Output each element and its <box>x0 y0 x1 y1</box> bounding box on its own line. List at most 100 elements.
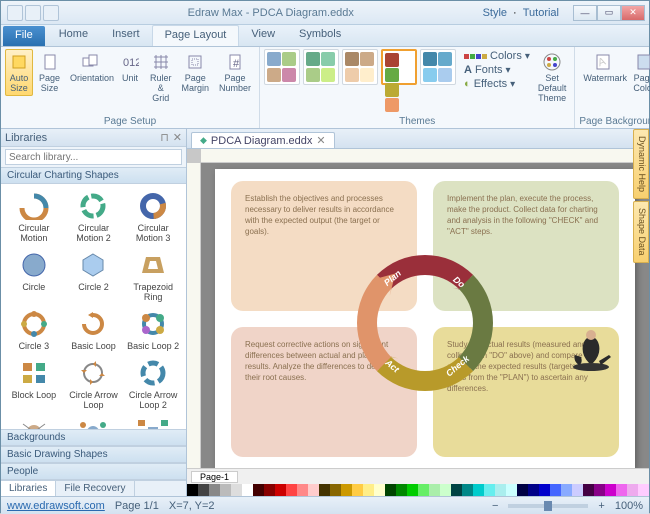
theme-4[interactable] <box>381 49 417 85</box>
set-default-theme[interactable]: Set Default Theme <box>534 49 571 106</box>
color-swatch[interactable] <box>572 484 583 496</box>
page-tab-1[interactable]: Page-1 <box>191 471 238 483</box>
color-swatch[interactable] <box>594 484 605 496</box>
maximize-button[interactable]: ▭ <box>597 5 621 21</box>
tab-page-layout[interactable]: Page Layout <box>152 25 240 46</box>
tutorial-link[interactable]: Tutorial <box>523 7 559 19</box>
qat-save[interactable] <box>7 5 23 21</box>
margin-button[interactable]: Page Margin <box>178 49 214 96</box>
color-swatch[interactable] <box>385 484 396 496</box>
watermark-button[interactable]: AWatermark <box>579 49 627 86</box>
section-people[interactable]: People <box>1 463 186 480</box>
color-swatch[interactable] <box>539 484 550 496</box>
color-palette-strip[interactable] <box>187 484 649 496</box>
library-search-input[interactable] <box>5 149 182 165</box>
color-swatch[interactable] <box>407 484 418 496</box>
shape-basic-loop[interactable]: Basic Loop <box>65 306 123 353</box>
tab-view[interactable]: View <box>239 25 287 46</box>
color-swatch[interactable] <box>616 484 627 496</box>
pdca-cycle[interactable]: Plan Do Check Act <box>349 247 501 399</box>
theme-1[interactable] <box>264 49 300 85</box>
color-swatch[interactable] <box>550 484 561 496</box>
theme-colors[interactable]: Colors ▾ <box>462 49 532 63</box>
shape-circle[interactable]: Circle <box>5 247 63 304</box>
color-swatch[interactable] <box>638 484 649 496</box>
color-swatch[interactable] <box>187 484 198 496</box>
libraries-pin-icon[interactable]: ⊓ <box>160 131 169 144</box>
unit-button[interactable]: 012Unit <box>116 49 144 86</box>
shape-trapezoid-ring[interactable]: Trapezoid Ring <box>124 247 182 304</box>
shape-circle-3[interactable]: Circle 3 <box>5 306 63 353</box>
zoom-out-button[interactable]: − <box>492 500 498 512</box>
color-swatch[interactable] <box>396 484 407 496</box>
style-link[interactable]: Style <box>483 7 507 19</box>
color-swatch[interactable] <box>462 484 473 496</box>
zoom-in-button[interactable]: + <box>598 500 604 512</box>
color-swatch[interactable] <box>363 484 374 496</box>
lp-tab-libraries[interactable]: Libraries <box>1 481 56 496</box>
color-swatch[interactable] <box>220 484 231 496</box>
document-tab[interactable]: ◆PDCA Diagram.eddx✕ <box>191 132 335 148</box>
color-swatch[interactable] <box>473 484 484 496</box>
shape-circle-2[interactable]: Circle 2 <box>65 247 123 304</box>
qat-undo[interactable] <box>25 5 41 21</box>
color-swatch[interactable] <box>330 484 341 496</box>
shape-circular-motion-2[interactable]: Circular Motion 2 <box>65 188 123 245</box>
section-circular[interactable]: Circular Charting Shapes <box>1 167 186 184</box>
status-link[interactable]: www.edrawsoft.com <box>7 500 105 512</box>
color-swatch[interactable] <box>308 484 319 496</box>
theme-fonts[interactable]: AFonts ▾ <box>462 63 532 77</box>
shape-block-loop[interactable]: Block Loop <box>5 355 63 412</box>
color-swatch[interactable] <box>275 484 286 496</box>
theme-effects[interactable]: ◐Effects ▾ <box>462 77 532 91</box>
color-swatch[interactable] <box>605 484 616 496</box>
page-canvas[interactable]: Establish the objectives and processes n… <box>215 169 635 468</box>
theme-2[interactable] <box>303 49 339 85</box>
color-swatch[interactable] <box>627 484 638 496</box>
color-swatch[interactable] <box>352 484 363 496</box>
tab-home[interactable]: Home <box>47 25 100 46</box>
theme-gallery[interactable] <box>264 49 456 85</box>
color-swatch[interactable] <box>253 484 264 496</box>
color-swatch[interactable] <box>341 484 352 496</box>
orientation-button[interactable]: Orientation <box>66 49 114 86</box>
color-swatch[interactable] <box>319 484 330 496</box>
autosize-button[interactable]: Auto Size <box>5 49 33 96</box>
page-number-button[interactable]: #Page Number <box>215 49 255 96</box>
theme-5[interactable] <box>420 49 456 85</box>
section-backgrounds[interactable]: Backgrounds <box>1 429 186 446</box>
color-swatch[interactable] <box>583 484 594 496</box>
color-swatch[interactable] <box>209 484 220 496</box>
section-basic[interactable]: Basic Drawing Shapes <box>1 446 186 463</box>
color-swatch[interactable] <box>561 484 572 496</box>
shape-circle-arrow-loop[interactable]: Circle Arrow Loop <box>65 355 123 412</box>
tab-symbols[interactable]: Symbols <box>287 25 353 46</box>
lp-tab-recovery[interactable]: File Recovery <box>56 481 134 496</box>
libraries-close-icon[interactable]: ✕ <box>173 131 182 144</box>
color-swatch[interactable] <box>231 484 242 496</box>
side-tab-help[interactable]: Dynamic Help <box>633 129 649 199</box>
color-swatch[interactable] <box>242 484 253 496</box>
tab-file[interactable]: File <box>3 26 45 46</box>
color-swatch[interactable] <box>517 484 528 496</box>
doc-tab-close-icon[interactable]: ✕ <box>316 134 325 147</box>
color-swatch[interactable] <box>495 484 506 496</box>
shape-divergent-circle-2[interactable]: Divergent Circle 2 <box>65 414 123 429</box>
color-swatch[interactable] <box>440 484 451 496</box>
qat-redo[interactable] <box>43 5 59 21</box>
shape-divergent-blocks[interactable]: Divergent Blocks <box>124 414 182 429</box>
ruler-grid-button[interactable]: Ruler & Grid <box>146 49 176 106</box>
shape-circular-motion[interactable]: Circular Motion <box>5 188 63 245</box>
theme-3[interactable] <box>342 49 378 85</box>
close-button[interactable]: ✕ <box>621 5 645 21</box>
color-swatch[interactable] <box>429 484 440 496</box>
color-swatch[interactable] <box>198 484 209 496</box>
shape-basic-loop-2[interactable]: Basic Loop 2 <box>124 306 182 353</box>
pagesize-button[interactable]: Page Size <box>35 49 64 96</box>
color-swatch[interactable] <box>506 484 517 496</box>
minimize-button[interactable]: — <box>573 5 597 21</box>
color-swatch[interactable] <box>374 484 385 496</box>
shape-circle-arrow-loop-2[interactable]: Circle Arrow Loop 2 <box>124 355 182 412</box>
color-swatch[interactable] <box>528 484 539 496</box>
color-swatch[interactable] <box>418 484 429 496</box>
